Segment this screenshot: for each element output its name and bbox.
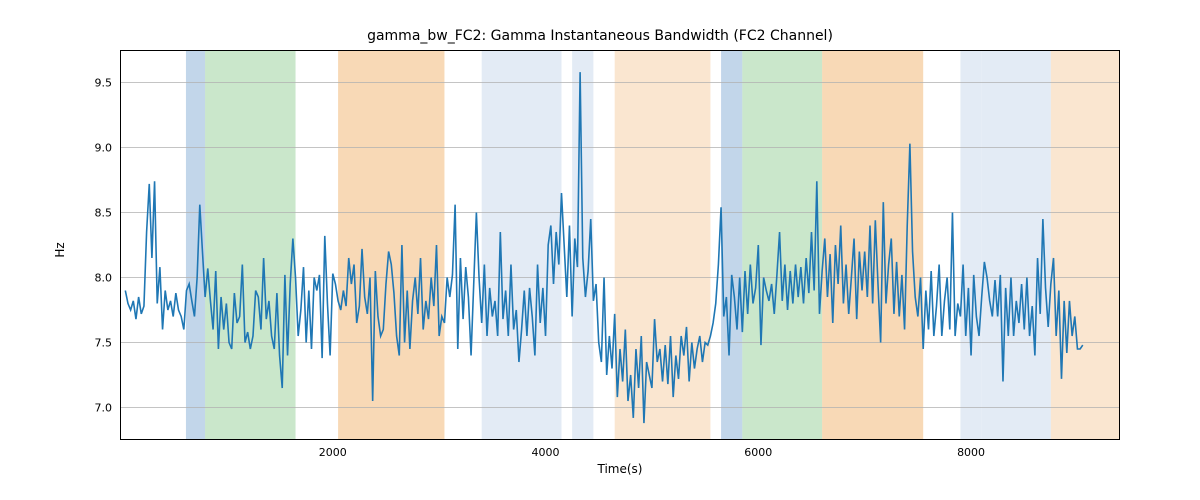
plot-area: 2000400060008000 7.07.58.08.59.09.5 [120, 50, 1120, 440]
y-tick-label: 7.5 [95, 336, 113, 349]
x-tick-label: 4000 [532, 446, 560, 459]
y-axis-label: Hz [53, 242, 67, 257]
y-tick-label: 8.0 [95, 271, 113, 284]
plot-svg [120, 50, 1120, 440]
x-tick-label: 8000 [957, 446, 985, 459]
chart-title: gamma_bw_FC2: Gamma Instantaneous Bandwi… [0, 28, 1200, 44]
y-tick-label: 9.5 [95, 76, 113, 89]
region-band [721, 50, 742, 440]
y-tick-label: 9.0 [95, 141, 113, 154]
region-band [338, 50, 444, 440]
background-regions [186, 50, 1120, 440]
x-axis-label: Time(s) [598, 462, 643, 476]
x-tick-label: 6000 [744, 446, 772, 459]
region-band [1051, 50, 1120, 440]
y-tick-label: 7.0 [95, 401, 113, 414]
region-band [482, 50, 562, 440]
region-band [960, 50, 981, 440]
region-band [982, 50, 1051, 440]
x-tick-label: 2000 [319, 446, 347, 459]
figure: gamma_bw_FC2: Gamma Instantaneous Bandwi… [0, 0, 1200, 500]
region-band [822, 50, 923, 440]
y-tick-label: 8.5 [95, 206, 113, 219]
